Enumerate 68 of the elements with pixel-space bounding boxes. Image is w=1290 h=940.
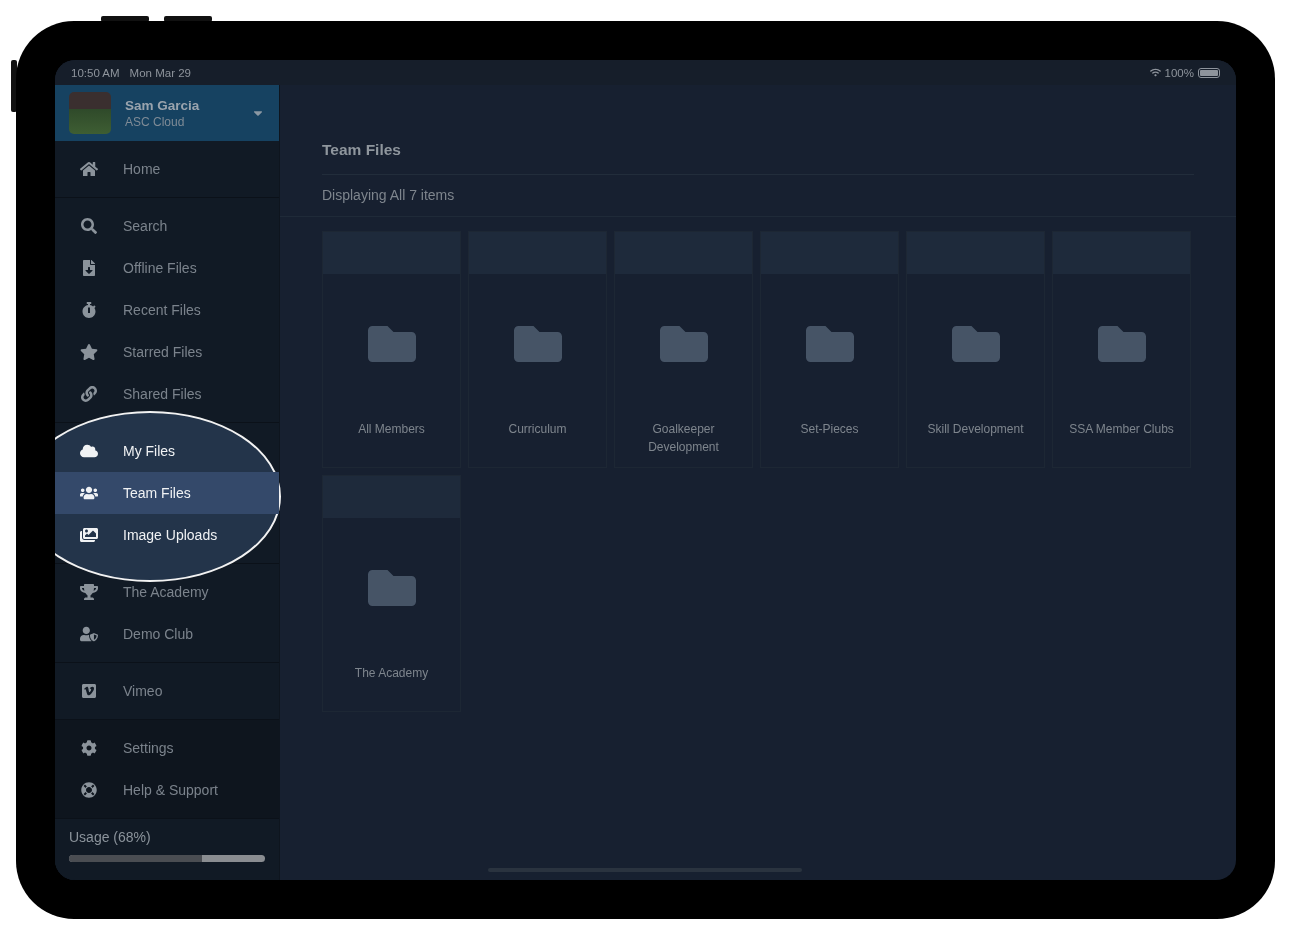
sidebar-item-label: Recent Files <box>123 302 201 318</box>
sidebar-item[interactable]: Home <box>55 148 279 190</box>
account-name: ASC Cloud <box>125 114 186 129</box>
sidebar-item-label: Offline Files <box>123 260 197 276</box>
sidebar-item-label: Starred Files <box>123 344 203 360</box>
folder-card[interactable]: The Academy <box>322 475 461 712</box>
folder-name: Set-Pieces <box>799 421 860 438</box>
sidebar-item-label: Shared Files <box>123 386 202 402</box>
search-icon <box>80 218 98 234</box>
sidebar-item[interactable]: Starred Files <box>55 331 279 373</box>
folder-name: Skill Development <box>926 421 1025 438</box>
sidebar-item[interactable]: Settings <box>55 727 279 769</box>
sidebar-item-label: Search <box>123 218 168 234</box>
link-icon <box>80 386 98 402</box>
cloud-icon <box>80 443 98 459</box>
sidebar-item[interactable]: Vimeo <box>55 670 279 712</box>
help-icon <box>80 782 98 798</box>
sidebar-item[interactable]: Shared Files <box>55 373 279 415</box>
sidebar-item-label: Demo Club <box>123 626 194 642</box>
folder-card[interactable]: Curriculum <box>468 231 607 468</box>
users-icon <box>80 485 98 501</box>
battery-percent: 100% <box>1164 66 1194 79</box>
sidebar-item[interactable]: The Academy <box>55 571 279 613</box>
item-count: Displaying All 7 items <box>322 186 456 205</box>
sidebar-item[interactable]: Image Uploads <box>55 514 279 556</box>
folder-name: Curriculum <box>507 421 568 438</box>
usage-label: Usage (68%) <box>69 829 152 845</box>
sidebar-item-label: Settings <box>123 740 174 756</box>
sidebar-item[interactable]: Help & Support <box>55 769 279 811</box>
status-date: Mon Mar 29 <box>129 66 191 79</box>
folder-card[interactable]: SSA Member Clubs <box>1052 231 1191 468</box>
sidebar-item-label: The Academy <box>123 584 209 600</box>
status-time: 10:50 AM <box>71 66 120 79</box>
sidebar-item[interactable]: Offline Files <box>55 247 279 289</box>
sidebar-item[interactable]: Team Files <box>55 472 279 514</box>
images-icon <box>80 527 98 543</box>
folder-card[interactable]: Set-Pieces <box>760 231 899 468</box>
sidebar-item-label: Help & Support <box>123 782 218 798</box>
sidebar-item-label: Home <box>123 161 161 177</box>
wifi-icon <box>1149 67 1161 78</box>
folder-name: Goalkeeper Development <box>647 421 720 456</box>
folder-card[interactable]: All Members <box>322 231 461 468</box>
trophy-icon <box>80 584 98 600</box>
user-shield-icon <box>80 626 98 642</box>
folder-card[interactable]: Goalkeeper Development <box>614 231 753 468</box>
sidebar-item-label: Team Files <box>123 485 191 501</box>
sidebar-item[interactable]: Demo Club <box>55 613 279 655</box>
settings-icon <box>80 740 98 756</box>
user-name: Sam Garcia <box>125 97 201 113</box>
folder-name: All Members <box>357 421 426 438</box>
sidebar-item-label: Vimeo <box>123 683 163 699</box>
star-icon <box>80 344 98 360</box>
file-download-icon <box>80 260 98 276</box>
stopwatch-icon <box>80 302 98 318</box>
battery-icon <box>1198 67 1220 78</box>
page-title: Team Files <box>322 141 1194 175</box>
sidebar-item-label: My Files <box>123 443 176 459</box>
account-switcher[interactable]: Sam Garcia ASC Cloud <box>55 85 279 141</box>
vimeo-icon <box>80 683 98 699</box>
folder-name: SSA Member Clubs <box>1068 421 1175 438</box>
sidebar-item[interactable]: My Files <box>55 430 279 472</box>
sidebar-item[interactable]: Recent Files <box>55 289 279 331</box>
folder-card[interactable]: Skill Development <box>906 231 1045 468</box>
folder-name: The Academy <box>353 665 430 682</box>
home-icon <box>80 161 98 177</box>
sidebar-item-label: Image Uploads <box>123 527 218 543</box>
photo-placeholder <box>69 92 111 134</box>
sidebar-item[interactable]: Search <box>55 205 279 247</box>
